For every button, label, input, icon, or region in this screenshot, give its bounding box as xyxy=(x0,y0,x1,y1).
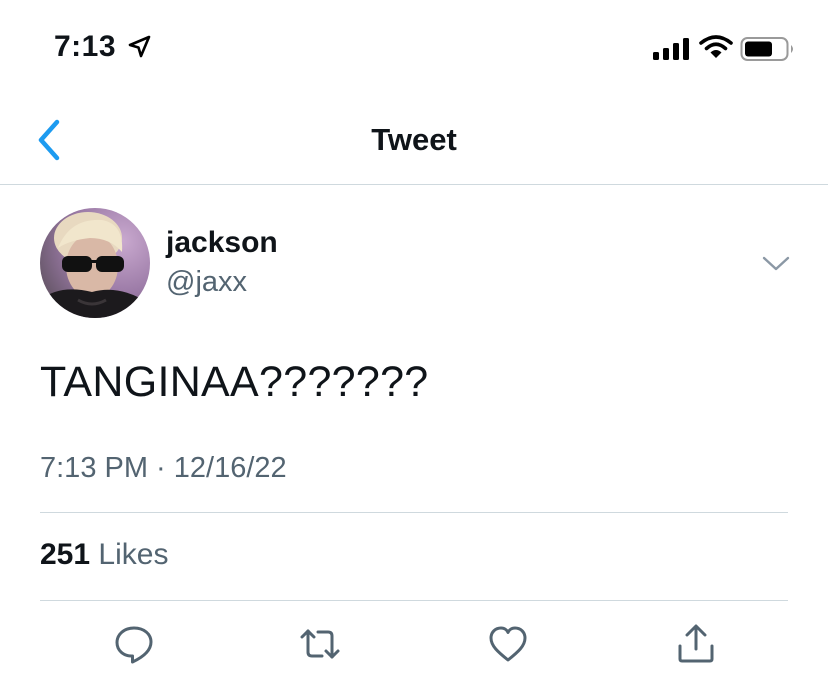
location-arrow-icon xyxy=(128,35,151,58)
tweet-timestamp: 7:13 PM · 12/16/22 xyxy=(40,452,287,484)
status-time: 7:13 xyxy=(54,30,117,63)
author-handle[interactable]: @jaxx xyxy=(166,266,247,299)
author-name[interactable]: jackson xyxy=(166,226,278,260)
reply-button[interactable] xyxy=(112,622,156,666)
retweet-button[interactable] xyxy=(298,622,342,666)
more-options-button[interactable] xyxy=(760,250,792,276)
divider xyxy=(40,512,788,513)
avatar-image xyxy=(40,208,150,318)
likes-stat[interactable]: 251 Likes xyxy=(40,538,168,572)
tweet-text: TANGINAA??????? xyxy=(40,358,429,406)
likes-label: Likes xyxy=(98,538,169,571)
status-bar: 7:13 xyxy=(0,0,828,96)
avatar[interactable] xyxy=(40,208,150,318)
reply-icon xyxy=(115,626,153,664)
battery-icon xyxy=(740,37,793,61)
divider xyxy=(40,600,788,601)
share-icon xyxy=(678,624,714,663)
page-title: Tweet xyxy=(371,122,457,157)
likes-count: 251 xyxy=(40,538,91,571)
share-button[interactable] xyxy=(674,622,718,666)
like-icon xyxy=(489,626,527,662)
retweet-icon xyxy=(300,629,340,659)
nav-bar: Tweet xyxy=(0,96,828,185)
wifi-icon xyxy=(699,35,733,58)
chevron-down-icon xyxy=(762,256,790,271)
like-button[interactable] xyxy=(486,622,530,666)
signal-icon xyxy=(653,38,689,60)
